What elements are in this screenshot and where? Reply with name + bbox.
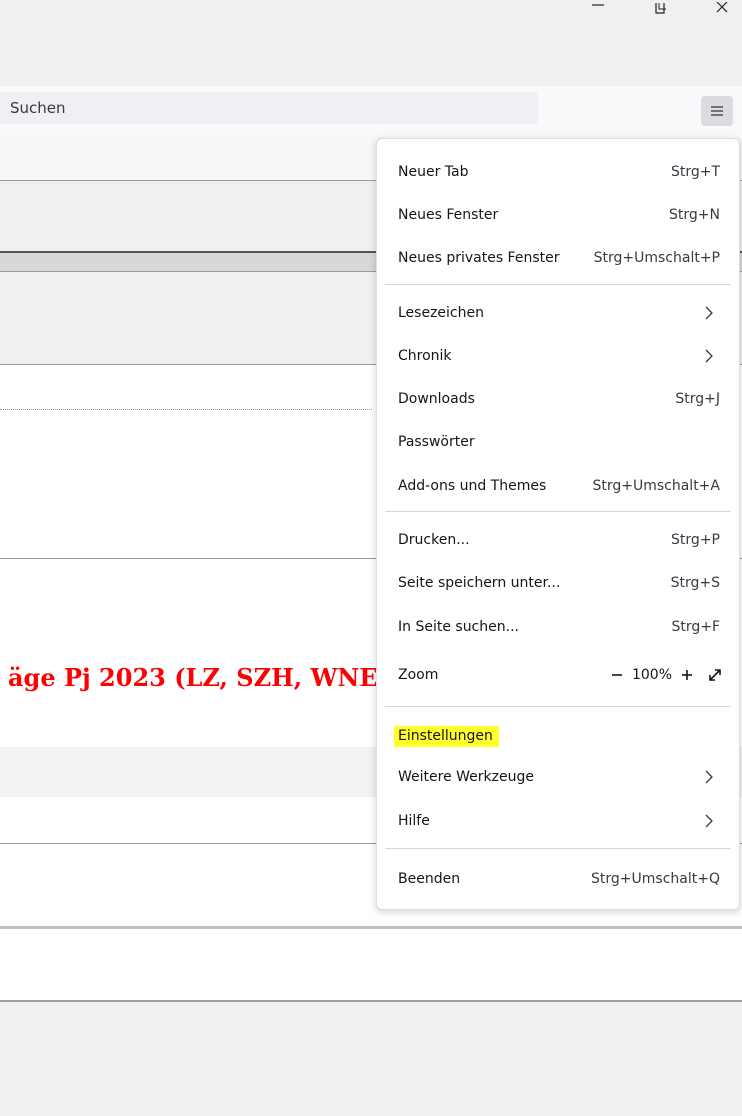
page-band — [0, 1002, 742, 1116]
menu-item-label: Beenden — [398, 871, 461, 887]
menu-item-shortcut: Strg+Umschalt+P — [593, 250, 720, 266]
menu-item-label: Downloads — [398, 391, 475, 407]
zoom-out-icon[interactable] — [605, 663, 629, 687]
menu-item-label: Drucken... — [398, 532, 470, 548]
menu-item-new-window[interactable]: Neues Fenster Strg+N — [377, 195, 739, 235]
menu-item-label: In Seite suchen... — [398, 619, 519, 635]
menu-item-shortcut: Strg+Umschalt+Q — [591, 871, 720, 887]
menu-item-addons-themes[interactable]: Add-ons und Themes Strg+Umschalt+A — [377, 466, 739, 506]
fullscreen-icon[interactable] — [703, 663, 727, 687]
menu-item-label: Neues Fenster — [398, 207, 499, 223]
menu-item-downloads[interactable]: Downloads Strg+J — [377, 379, 739, 419]
app-menu: Neuer Tab Strg+T Neues Fenster Strg+N Ne… — [376, 138, 740, 910]
menu-item-save-page[interactable]: Seite speichern unter... Strg+S — [377, 563, 739, 603]
dotted-divider — [0, 409, 372, 410]
menu-item-zoom: Zoom 100% — [377, 655, 739, 695]
page-heading: äge Pj 2023 (LZ, SZH, WNE) — [8, 663, 390, 692]
menu-item-label: Chronik — [398, 348, 452, 364]
menu-item-shortcut: Strg+N — [669, 207, 720, 223]
minimize-icon[interactable] — [586, 0, 610, 18]
menu-item-quit[interactable]: Beenden Strg+Umschalt+Q — [377, 859, 739, 899]
menu-item-shortcut: Strg+Umschalt+A — [592, 478, 720, 494]
page-band — [0, 929, 742, 1002]
menu-item-label: Passwörter — [398, 434, 475, 450]
menu-item-new-private-window[interactable]: Neues privates Fenster Strg+Umschalt+P — [377, 238, 739, 278]
menu-item-shortcut: Strg+J — [675, 391, 720, 407]
menu-separator — [385, 511, 731, 512]
zoom-controls: 100% — [605, 655, 727, 695]
close-icon[interactable] — [710, 0, 734, 18]
toolbar: Suchen — [0, 86, 742, 138]
menu-item-label: Hilfe — [398, 813, 430, 829]
menu-item-shortcut: Strg+T — [670, 164, 720, 180]
menu-item-label: Einstellungen — [394, 726, 499, 747]
chevron-right-icon — [705, 814, 713, 828]
menu-separator — [385, 848, 731, 849]
menu-separator — [385, 706, 731, 707]
menu-separator — [385, 284, 731, 285]
menu-item-find-in-page[interactable]: In Seite suchen... Strg+F — [377, 607, 739, 647]
menu-item-history[interactable]: Chronik — [377, 336, 739, 376]
zoom-in-icon[interactable] — [675, 663, 699, 687]
chevron-right-icon — [705, 306, 713, 320]
title-bar — [0, 0, 742, 86]
menu-item-label-wrap: Einstellungen — [394, 716, 499, 756]
search-placeholder: Suchen — [10, 99, 66, 117]
menu-item-label: Zoom — [398, 667, 439, 683]
hamburger-icon[interactable] — [701, 96, 733, 126]
chevron-right-icon — [705, 349, 713, 363]
search-input[interactable]: Suchen — [0, 92, 538, 124]
menu-item-shortcut: Strg+F — [671, 619, 720, 635]
menu-item-settings[interactable]: Einstellungen — [377, 716, 739, 756]
menu-item-label: Neuer Tab — [398, 164, 469, 180]
menu-item-label: Weitere Werkzeuge — [398, 769, 534, 785]
menu-item-help[interactable]: Hilfe — [377, 801, 739, 841]
menu-item-shortcut: Strg+S — [670, 575, 720, 591]
menu-item-label: Neues privates Fenster — [398, 250, 560, 266]
restore-icon[interactable] — [648, 0, 672, 18]
menu-item-more-tools[interactable]: Weitere Werkzeuge — [377, 757, 739, 797]
menu-item-bookmarks[interactable]: Lesezeichen — [377, 293, 739, 333]
menu-item-label: Add-ons und Themes — [398, 478, 547, 494]
menu-item-label: Lesezeichen — [398, 305, 484, 321]
menu-item-print[interactable]: Drucken... Strg+P — [377, 520, 739, 560]
menu-item-passwords[interactable]: Passwörter — [377, 422, 739, 462]
menu-item-new-tab[interactable]: Neuer Tab Strg+T — [377, 152, 739, 192]
zoom-level[interactable]: 100% — [629, 667, 675, 683]
menu-item-shortcut: Strg+P — [671, 532, 720, 548]
menu-item-label: Seite speichern unter... — [398, 575, 561, 591]
chevron-right-icon — [705, 770, 713, 784]
